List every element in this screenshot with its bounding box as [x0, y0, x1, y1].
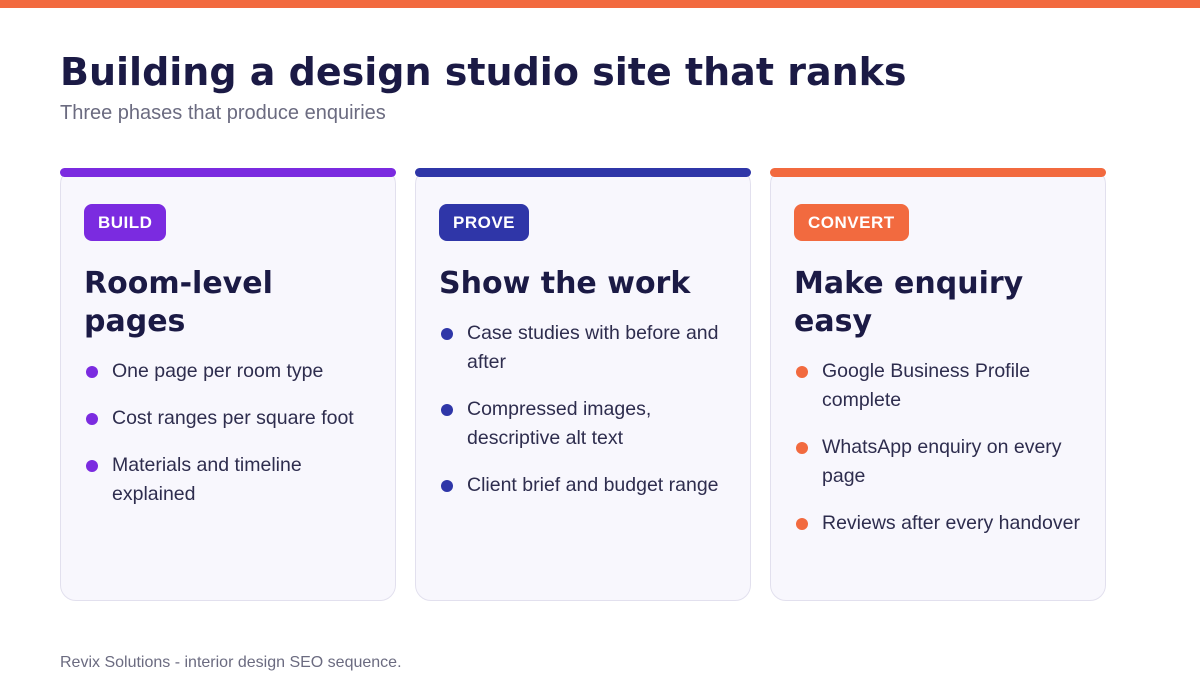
bullet-dot-icon [796, 366, 808, 378]
list-item-text: Google Business Profile complete [822, 360, 1031, 411]
card-title: Make enquiry easy [794, 266, 1024, 339]
list-item-text: WhatsApp enquiry on every page [822, 436, 1062, 487]
bullet-dot-icon [86, 413, 98, 425]
page-subtitle: Three phases that produce enquiries [60, 102, 386, 124]
footer-note: Revix Solutions - interior design SEO se… [60, 654, 402, 671]
list-item: Google Business Profile complete [794, 357, 1094, 415]
list-item-text: Compressed images, descriptive alt text [467, 398, 652, 449]
card-title: Room-level pages [84, 266, 273, 339]
bullet-dot-icon [441, 404, 453, 416]
phase-badge-build: BUILD [84, 204, 167, 241]
phase-card-prove: PROVE Show the work Case studies with be… [414, 167, 751, 601]
card-accent-bar [769, 167, 1106, 177]
bullet-list: Google Business Profile complete WhatsAp… [794, 357, 1094, 556]
card-accent-bar [59, 167, 396, 177]
list-item: Cost ranges per square foot [84, 404, 384, 433]
bullet-list: Case studies with before and after Compr… [439, 319, 739, 518]
phase-cards: BUILD Room-level pages One page per room… [59, 167, 1106, 601]
list-item-text: Reviews after every handover [822, 512, 1080, 534]
list-item: Compressed images, descriptive alt text [439, 395, 739, 453]
bullet-list: One page per room type Cost ranges per s… [84, 357, 384, 527]
list-item: WhatsApp enquiry on every page [794, 433, 1094, 491]
bullet-dot-icon [441, 480, 453, 492]
phase-badge-prove: PROVE [439, 204, 530, 241]
bullet-dot-icon [796, 518, 808, 530]
bullet-dot-icon [86, 460, 98, 472]
list-item: Reviews after every handover [794, 509, 1094, 538]
card-title: Show the work [439, 266, 691, 301]
list-item-text: Client brief and budget range [467, 474, 719, 496]
list-item-text: Materials and timeline explained [112, 454, 302, 505]
list-item: One page per room type [84, 357, 384, 386]
bullet-dot-icon [441, 328, 453, 340]
card-accent-bar [414, 167, 751, 177]
phase-badge-convert: CONVERT [794, 204, 909, 241]
list-item: Materials and timeline explained [84, 451, 384, 509]
list-item-text: Cost ranges per square foot [112, 407, 354, 429]
page-title: Building a design studio site that ranks [60, 50, 907, 94]
list-item: Case studies with before and after [439, 319, 739, 377]
top-accent-bar [0, 0, 1200, 8]
phase-card-build: BUILD Room-level pages One page per room… [59, 167, 396, 601]
phase-card-convert: CONVERT Make enquiry easy Google Busines… [769, 167, 1106, 601]
list-item-text: One page per room type [112, 360, 324, 382]
bullet-dot-icon [86, 366, 98, 378]
list-item-text: Case studies with before and after [467, 322, 719, 373]
bullet-dot-icon [796, 442, 808, 454]
list-item: Client brief and budget range [439, 471, 739, 500]
